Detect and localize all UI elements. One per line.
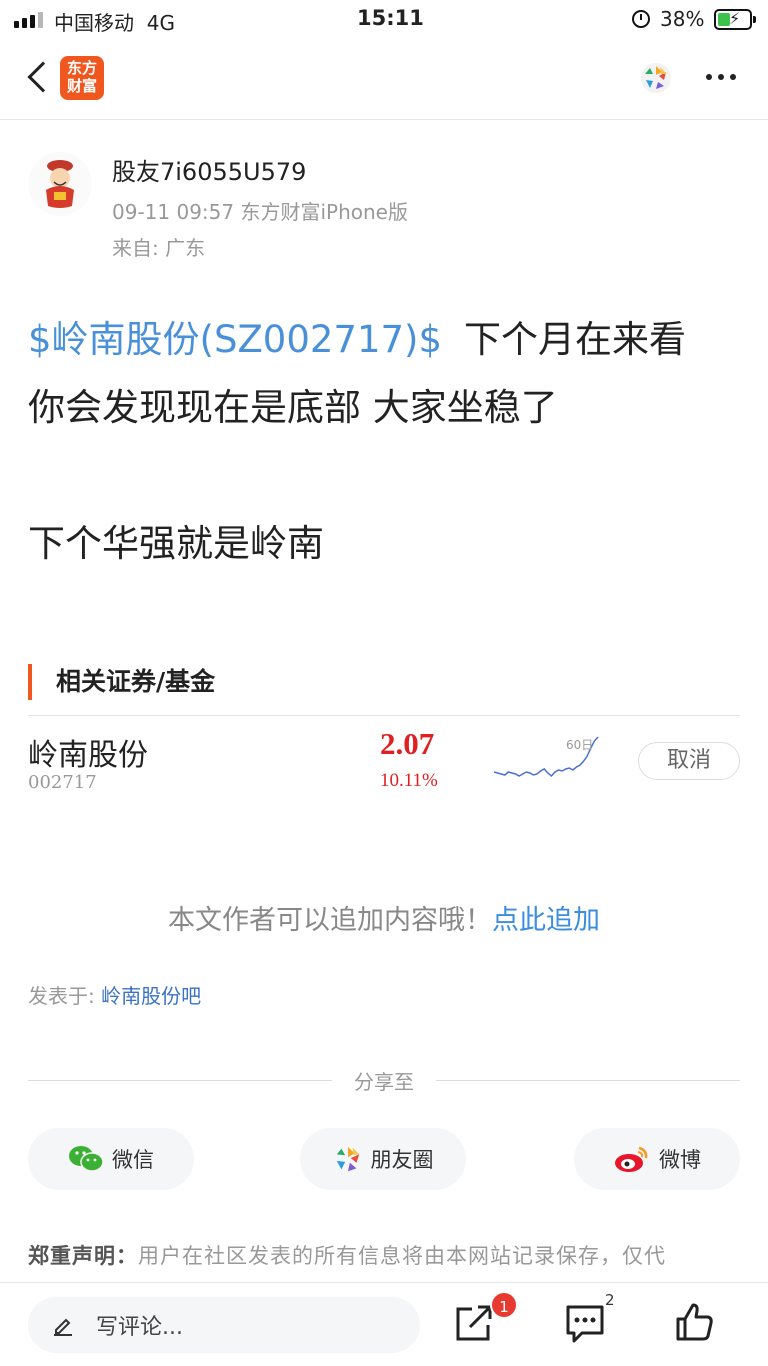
content-line2: 你会发现现在是底部 大家坐稳了 <box>28 386 558 429</box>
share-wechat-button[interactable]: 微信 <box>28 1128 194 1190</box>
brand-logo-line2: 财富 <box>66 77 97 95</box>
security-code: 002717 <box>28 772 97 793</box>
share-badge: 1 <box>490 1291 518 1319</box>
posted-in: 发表于: 岭南股份吧 <box>28 980 201 1009</box>
status-bar: 中国移动 4G 15:11 38% ⚡ <box>0 0 768 40</box>
author-name[interactable]: 股友7i6055U579 <box>112 152 306 187</box>
section-accent-bar <box>28 664 32 700</box>
post-meta: 09-11 09:57 东方财富iPhone版 <box>112 200 408 224</box>
append-text: 本文作者可以追加内容哦！ <box>168 905 492 936</box>
brand-logo: 东方 财富 <box>60 56 104 100</box>
security-change: 10.11% <box>380 770 438 791</box>
disclaimer: 郑重声明：用户在社区发表的所有信息将由本网站记录保存，仅代 <box>28 1240 744 1276</box>
stock-bar-link[interactable]: 岭南股份吧 <box>101 984 201 1008</box>
wechat-icon <box>69 1146 104 1172</box>
post-location: 来自: 广东 <box>112 236 206 260</box>
content-line3: 下个华强就是岭南 <box>28 522 324 565</box>
comment-icon[interactable] <box>560 1297 610 1347</box>
signal-icon <box>14 12 43 28</box>
nav-bar: 东方 财富 <box>0 40 768 120</box>
content-line1: 下个月在来看 <box>464 318 687 361</box>
avatar[interactable] <box>28 152 92 216</box>
append-prompt: 本文作者可以追加内容哦！点此追加 <box>0 898 768 937</box>
bottom-action-bar: 写评论... 1 2 <box>0 1282 768 1366</box>
like-icon[interactable] <box>670 1297 720 1347</box>
divider <box>28 715 740 716</box>
back-icon[interactable] <box>27 61 59 93</box>
weibo-icon <box>615 1146 648 1172</box>
battery-icon: ⚡ <box>714 9 756 30</box>
posted-in-prefix: 发表于: <box>28 984 95 1008</box>
battery-percent: 38% <box>660 7 705 31</box>
comment-placeholder: 写评论... <box>96 1315 183 1340</box>
disclaimer-title: 郑重声明： <box>28 1244 138 1268</box>
share-label: 分享至 <box>354 1070 414 1094</box>
divider <box>28 1080 332 1081</box>
comment-input[interactable]: 写评论... <box>28 1297 420 1353</box>
share-wechat-label: 微信 <box>112 1148 154 1172</box>
moments-icon <box>336 1146 359 1172</box>
stock-tag-link[interactable]: $岭南股份(SZ002717)$ <box>28 318 442 361</box>
disclaimer-text: 用户在社区发表的所有信息将由本网站记录保存，仅代 <box>138 1244 666 1268</box>
moments-share-icon[interactable] <box>640 62 672 94</box>
share-weibo-button[interactable]: 微博 <box>574 1128 740 1190</box>
pencil-icon <box>54 1318 72 1336</box>
security-name[interactable]: 岭南股份 <box>28 730 148 774</box>
divider <box>436 1080 740 1081</box>
security-price: 2.07 <box>380 726 435 761</box>
cancel-button[interactable]: 取消 <box>638 742 740 780</box>
share-weibo-label: 微博 <box>659 1148 701 1172</box>
post-content: $岭南股份(SZ002717)$ 下个月在来看 你会发现现在是底部 大家坐稳了 下… <box>28 306 748 578</box>
share-moments-button[interactable]: 朋友圈 <box>300 1128 466 1190</box>
clock: 15:11 <box>357 6 424 30</box>
sparkline-label: 60日 <box>566 738 594 752</box>
brand-logo-line1: 东方 <box>66 59 97 77</box>
alarm-icon <box>632 10 650 28</box>
share-moments-label: 朋友圈 <box>370 1148 434 1172</box>
append-link[interactable]: 点此追加 <box>492 905 600 936</box>
section-title: 相关证券/基金 <box>56 667 216 696</box>
comment-count: 2 <box>605 1291 615 1309</box>
more-icon[interactable] <box>706 74 736 80</box>
carrier-label: 中国移动 4G <box>54 11 175 35</box>
